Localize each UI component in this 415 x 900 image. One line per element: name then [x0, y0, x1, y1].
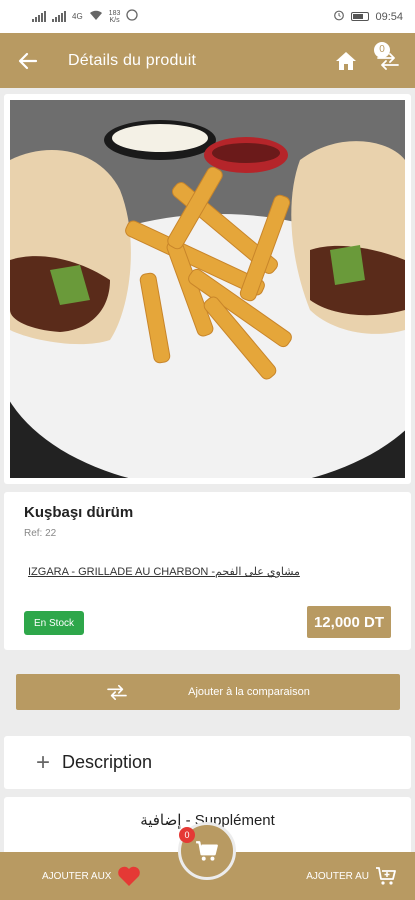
- wifi-icon: [89, 10, 103, 24]
- product-ref: Ref: 22: [24, 528, 57, 539]
- home-button[interactable]: [331, 46, 361, 76]
- app-header: Détails du produit 0: [0, 33, 415, 88]
- cart-plus-icon: [376, 867, 396, 885]
- stock-badge: En Stock: [24, 611, 84, 635]
- add-to-favorites-button[interactable]: AJOUTER AUX: [42, 865, 141, 887]
- product-info-card: Kuşbaşı dürüm Ref: 22 IZGARA - GRILLADE …: [4, 492, 411, 650]
- alarm-icon: [333, 9, 345, 24]
- back-arrow-icon: [18, 52, 38, 69]
- cart-count-badge: 0: [179, 827, 195, 843]
- cart-button[interactable]: 0: [178, 822, 236, 880]
- compare-icon: [107, 684, 127, 701]
- home-icon: [336, 51, 356, 70]
- header-compare-button[interactable]: 0: [371, 41, 405, 78]
- product-name: Kuşbaşı dürüm: [24, 504, 134, 521]
- cart-icon: [196, 841, 218, 861]
- price-badge: 12,000 DT: [307, 606, 391, 638]
- battery-icon: [351, 12, 370, 21]
- network-speed: 183 K/s: [108, 9, 121, 24]
- status-right: 09:54: [333, 9, 403, 24]
- heart-icon: [118, 866, 141, 886]
- back-button[interactable]: [10, 43, 46, 79]
- description-label: Description: [62, 752, 153, 772]
- add-to-compare-button[interactable]: Ajouter à la comparaison: [16, 674, 400, 710]
- add-to-cart-button[interactable]: AJOUTER AU: [306, 866, 397, 886]
- product-image-card: [4, 94, 411, 484]
- description-toggle[interactable]: + Description: [4, 736, 411, 789]
- whatsapp-icon: [126, 9, 139, 24]
- add-to-favorites-label: AJOUTER AUX: [42, 870, 112, 882]
- add-to-compare-label: Ajouter à la comparaison: [188, 686, 310, 698]
- compare-count-badge: 0: [374, 41, 390, 58]
- network-type: 4G: [72, 12, 83, 21]
- add-to-cart-label: AJOUTER AU: [306, 870, 369, 882]
- product-image[interactable]: [10, 100, 405, 478]
- category-link[interactable]: IZGARA - GRILLADE AU CHARBON -مشاوي على …: [28, 565, 300, 578]
- status-bar: 4G 183 K/s 09:54: [0, 0, 415, 33]
- signal-icon: [32, 11, 46, 22]
- page-title: Détails du produit: [68, 51, 197, 69]
- signal-4g-icon: [52, 11, 66, 22]
- status-left: 4G 183 K/s: [32, 9, 139, 24]
- plus-icon: +: [36, 748, 51, 776]
- clock: 09:54: [375, 10, 403, 23]
